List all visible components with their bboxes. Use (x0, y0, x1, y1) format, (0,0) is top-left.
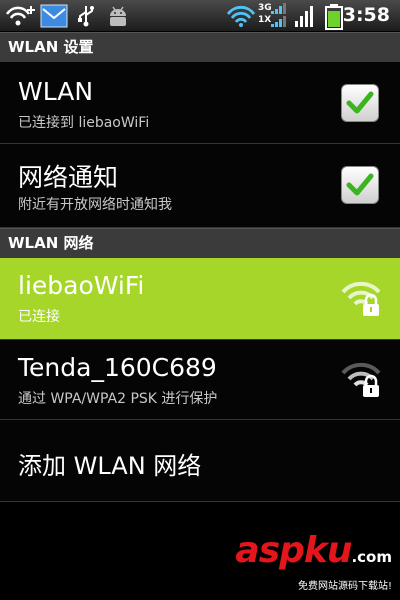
add-network-button[interactable]: 添加 WLAN 网络 (0, 420, 400, 502)
network-item-liebaowifi[interactable]: liebaoWiFi 已连接 (0, 258, 400, 340)
wlan-status: 已连接到 liebaoWiFi (18, 115, 150, 131)
wlan-toggle-row[interactable]: WLAN 已连接到 liebaoWiFi (0, 62, 400, 144)
network-notify-subtitle: 附近有开放网络时通知我 (18, 197, 172, 213)
network-ssid: liebaoWiFi (18, 271, 145, 300)
network-notify-checkbox[interactable] (341, 166, 379, 204)
wifi-locked-icon (340, 359, 382, 403)
network-ssid: Tenda_160C689 (18, 353, 217, 382)
network-notify-row[interactable]: 网络通知 附近有开放网络时通知我 (0, 144, 400, 228)
signal-3g-label: 3G (258, 3, 272, 13)
status-bar: 3G 1X 3:58 (0, 0, 400, 32)
wifi-plus-icon (4, 4, 38, 32)
email-icon (40, 4, 68, 32)
add-network-label: 添加 WLAN 网络 (18, 452, 202, 480)
checkmark-icon (346, 91, 374, 114)
watermark-logo: aspku.com 免费网站源码下载站! (235, 530, 392, 593)
usb-icon (76, 4, 96, 32)
wlan-title: WLAN (18, 77, 94, 106)
battery-icon (324, 4, 344, 34)
android-debug-icon (106, 4, 130, 32)
cell-signal-icon (294, 4, 316, 32)
network-item-tenda[interactable]: Tenda_160C689 通过 WPA/WPA2 PSK 进行保护 (0, 340, 400, 420)
clock: 3:58 (342, 4, 390, 26)
checkmark-icon (346, 173, 374, 196)
networks-section-header: WLAN 网络 (0, 228, 400, 258)
wifi-locked-icon (340, 278, 382, 322)
cell-signal-3g-icon: 3G 1X (258, 3, 290, 29)
watermark-tagline: 免费网站源码下载站! (297, 581, 392, 592)
watermark-domain-suffix: .com (351, 548, 392, 566)
page-title: WLAN 设置 (0, 32, 400, 62)
network-status: 已连接 (18, 309, 60, 325)
wifi-signal-icon (226, 4, 256, 32)
network-notify-title: 网络通知 (18, 163, 119, 192)
wlan-checkbox[interactable] (341, 84, 379, 122)
watermark-logo-text: aspku (235, 530, 352, 571)
signal-1x-label: 1X (258, 15, 272, 25)
network-status: 通过 WPA/WPA2 PSK 进行保护 (18, 391, 218, 407)
